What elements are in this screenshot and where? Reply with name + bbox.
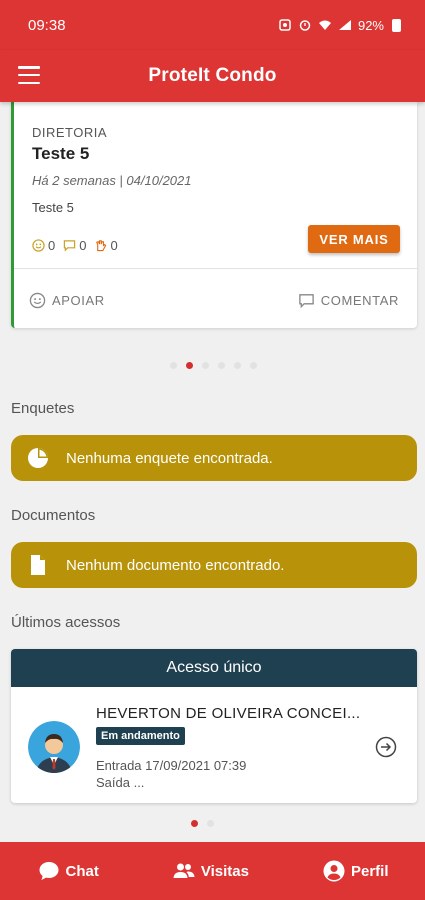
carousel-dot[interactable] (170, 362, 177, 369)
notice-title: Teste 5 (32, 144, 90, 163)
comment-icon (298, 294, 314, 309)
app-title: ProteIt Condo (148, 65, 277, 86)
likes-value: 0 (48, 238, 56, 253)
nav-perfil-label: Perfil (350, 862, 389, 880)
ver-mais-button[interactable]: VER MAIS (308, 225, 400, 253)
likes-count: 0 (32, 238, 55, 253)
comment-icon (64, 240, 76, 252)
access-visitor-name: HEVERTON DE OLIVEIRA CONCEI... (96, 705, 361, 722)
carousel-dot[interactable] (250, 362, 257, 369)
nav-chat-label: Chat (65, 862, 99, 880)
status-bar: 09:38 92% (0, 0, 425, 50)
nav-visitas-label: Visitas (200, 862, 249, 880)
smile-icon (32, 239, 45, 252)
notice-card: DIRETORIA Teste 5 Há 2 semanas | 04/10/2… (11, 102, 417, 328)
nav-perfil[interactable]: Perfil (322, 859, 389, 883)
comentar-label: COMENTAR (320, 293, 399, 308)
status-icons: 92% (278, 18, 401, 33)
main-content[interactable]: DIRETORIA Teste 5 Há 2 semanas | 04/10/2… (0, 102, 425, 842)
pie-chart-icon (28, 448, 48, 468)
card-divider (14, 268, 417, 269)
avatar (28, 721, 80, 773)
wifi-icon (318, 20, 331, 30)
battery-text: 92% (357, 17, 384, 33)
menu-icon[interactable] (18, 66, 40, 84)
carousel-dots-top[interactable] (170, 362, 257, 369)
people-icon (173, 863, 195, 878)
chat-icon (39, 862, 58, 880)
comentar-button[interactable]: COMENTAR (298, 292, 399, 309)
sim-icon (279, 19, 291, 31)
documentos-empty-box: Nenhum documento encontrado. (11, 542, 417, 588)
carousel-dot-active[interactable] (186, 362, 193, 369)
notice-date: Há 2 semanas | 04/10/2021 (32, 173, 192, 188)
notice-category: DIRETORIA (32, 125, 108, 140)
apoiar-button[interactable]: APOIAR (29, 292, 105, 309)
documentos-empty-text: Nenhum documento encontrado. (66, 556, 285, 574)
arrow-right-circle-icon[interactable] (375, 736, 397, 758)
apoiar-label: APOIAR (52, 293, 105, 308)
person-icon (323, 860, 345, 882)
section-acessos-title: Últimos acessos (11, 614, 121, 631)
comments-value: 0 (79, 238, 87, 253)
document-icon (31, 555, 45, 575)
comments-count: 0 (63, 238, 86, 253)
enquetes-empty-box: Nenhuma enquete encontrada. (11, 435, 417, 481)
smile-icon (29, 292, 46, 309)
nav-chat[interactable]: Chat (37, 859, 99, 883)
carousel-dots-bottom[interactable] (191, 820, 214, 827)
nav-visitas[interactable]: Visitas (172, 859, 249, 883)
enquetes-empty-text: Nenhuma enquete encontrada. (66, 449, 273, 467)
status-time: 09:38 (28, 16, 66, 34)
section-enquetes-title: Enquetes (11, 400, 75, 417)
reactions: 0 0 0 (32, 238, 118, 253)
battery-icon (392, 18, 401, 32)
access-card[interactable]: Acesso único HEVERTON DE OLIVEIRA CONCEI… (11, 649, 417, 803)
app-bar: ProteIt Condo (0, 50, 425, 102)
carousel-dot[interactable] (207, 820, 214, 827)
access-saida: Saída ... (96, 775, 145, 790)
carousel-dot[interactable] (234, 362, 241, 369)
carousel-dot[interactable] (202, 362, 209, 369)
alarm-icon (299, 20, 311, 31)
status-badge: Em andamento (96, 727, 185, 745)
carousel-dot-active[interactable] (191, 820, 198, 827)
signal-icon (338, 20, 351, 30)
access-card-header: Acesso único (11, 649, 417, 687)
bottom-nav: Chat Visitas Perfil (0, 842, 425, 900)
hand-icon (96, 240, 107, 252)
notice-body: Teste 5 (32, 200, 74, 215)
section-documentos-title: Documentos (11, 507, 96, 524)
carousel-dot[interactable] (218, 362, 225, 369)
views-count: 0 (94, 238, 118, 253)
access-entrada: Entrada 17/09/2021 07:39 (96, 758, 247, 773)
views-value: 0 (110, 238, 118, 253)
